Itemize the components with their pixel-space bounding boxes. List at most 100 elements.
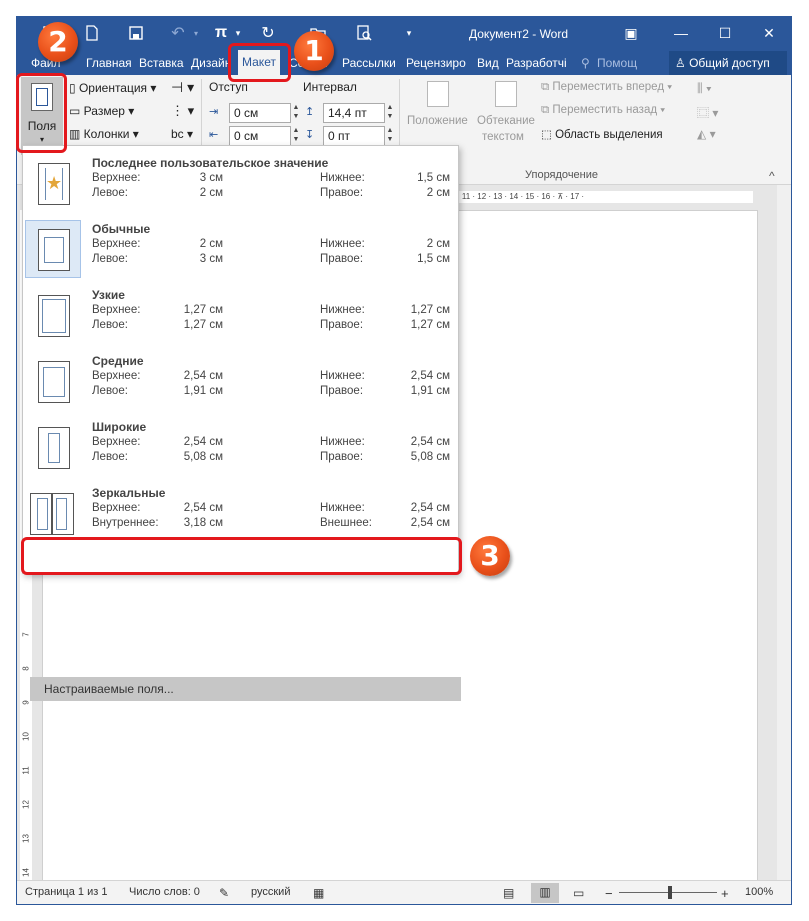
tab-review[interactable]: Рецензиро [406, 51, 468, 75]
indent-right-spinner[interactable]: ▲ ▼ [291, 126, 301, 146]
margin-label-left: Левое: [92, 385, 128, 397]
margin-label-bottom: Нижнее: [320, 304, 365, 316]
margin-label-right: Правое: [320, 187, 364, 199]
print-preview-icon[interactable] [353, 21, 375, 45]
margin-label-left: Левое: [92, 253, 128, 265]
share-button[interactable]: ♙ Общий доступ [669, 51, 787, 75]
send-backward-label: Переместить назад [552, 104, 658, 116]
person-icon: ♙ [675, 56, 690, 70]
share-label: Общий доступ [689, 56, 770, 70]
customize-qat-icon[interactable]: ▾ [403, 21, 415, 45]
tell-me-icon[interactable]: ⚲ [581, 51, 590, 75]
wrap-text-line1[interactable]: Обтекание [477, 115, 535, 127]
print-layout-icon[interactable]: ▥ [531, 883, 559, 903]
margin-label-top: Верхнее: [92, 502, 141, 514]
zoom-slider-thumb[interactable] [668, 886, 672, 899]
columns-button[interactable]: ▥ Колонки ▾ [69, 127, 139, 141]
new-document-icon[interactable] [81, 21, 103, 45]
margin-value-bottom: 2,54 см [410, 370, 450, 382]
spacing-after-spinner[interactable]: ▲ ▼ [385, 126, 395, 146]
page-count[interactable]: Страница 1 из 1 [25, 886, 107, 898]
group-icon[interactable]: ⿴ ▾ [697, 104, 718, 121]
margin-label-right: Внешнее: [320, 517, 372, 529]
margin-label-top: Верхнее: [92, 304, 141, 316]
vruler-label: 11 [21, 766, 31, 775]
margin-option-wide[interactable]: Широкие Верхнее: 2,54 см Нижнее: 2,54 см Лево… [23, 418, 459, 482]
selection-pane-button[interactable]: ⬚ Область выделения [541, 127, 663, 141]
margin-option-normal[interactable]: Обычные Верхнее: 2 см Нижнее: 2 см Левое: 3 см… [23, 220, 459, 284]
tab-insert[interactable]: Вставка [139, 51, 184, 75]
columns-icon: ▥ [69, 127, 84, 141]
vruler-label: 13 [21, 834, 31, 843]
spacing-title: Интервал [303, 80, 357, 94]
tab-mailings[interactable]: Рассылки [342, 51, 396, 75]
margin-label-right: Правое: [320, 319, 364, 331]
orientation-button[interactable]: ▯ Ориентация ▾ [69, 81, 156, 95]
size-label: Размер [83, 104, 125, 118]
vruler-label: 10 [21, 732, 31, 741]
web-layout-icon[interactable]: ▭ [573, 886, 584, 900]
zoom-in-button[interactable]: + [721, 886, 729, 901]
spacing-after-input[interactable]: 0 пт [323, 126, 385, 146]
margin-option-name: Последнее пользовательское значение [92, 156, 329, 170]
send-backward-button[interactable]: ⧉ Переместить назад ▾ [541, 104, 665, 117]
margin-label-top: Верхнее: [92, 238, 141, 250]
margin-value-right: 2 см [426, 187, 450, 199]
margin-option-name: Узкие [92, 288, 125, 302]
proofing-icon[interactable]: ✎ [219, 886, 229, 900]
margin-label-top: Верхнее: [92, 436, 141, 448]
equation-dropdown-icon[interactable]: ▾ [233, 21, 243, 45]
redo-icon[interactable]: ↻ [257, 21, 279, 45]
undo-icon[interactable]: ↶ [167, 21, 189, 45]
zoom-out-button[interactable]: − [605, 886, 613, 901]
wrap-text-line2[interactable]: текстом [482, 131, 524, 143]
spacing-before-spinner[interactable]: ▲ ▼ [385, 103, 395, 123]
margin-label-bottom: Нижнее: [320, 370, 365, 382]
read-mode-icon[interactable]: ▤ [503, 886, 514, 900]
margin-value-left: 2 см [199, 187, 223, 199]
breaks-icon[interactable]: ⊣ ▾ [171, 79, 194, 96]
tab-view[interactable]: Вид [477, 51, 499, 75]
columns-label: Колонки [83, 127, 130, 141]
vertical-scrollbar[interactable] [777, 185, 791, 882]
spacing-before-input[interactable]: 14,4 пт [323, 103, 385, 123]
collapse-ribbon-icon[interactable]: ^ [769, 169, 775, 183]
wrap-text-icon [495, 81, 517, 107]
size-button[interactable]: ▭ Размер ▾ [69, 104, 134, 118]
indent-left-input[interactable]: 0 см [229, 103, 291, 123]
rotate-icon[interactable]: ◭ ▾ [697, 127, 716, 141]
custom-margins-item[interactable]: Настраиваемые поля... [30, 677, 461, 701]
bring-forward-button[interactable]: ⧉ Переместить вперед ▾ [541, 81, 672, 94]
tab-home[interactable]: Главная [86, 51, 132, 75]
tab-developer[interactable]: Разработчі [506, 51, 569, 75]
word-count[interactable]: Число слов: 0 [129, 886, 200, 898]
tab-help[interactable]: Помощ [597, 51, 647, 75]
margin-value-top: 2 см [199, 238, 223, 250]
close-icon[interactable]: ✕ [755, 22, 783, 44]
margin-label-right: Правое: [320, 385, 364, 397]
margin-value-left: 5,08 см [183, 451, 223, 463]
vruler-label: 7 [21, 632, 31, 637]
undo-dropdown-icon[interactable]: ▾ [191, 21, 201, 45]
minimize-icon[interactable]: — [667, 22, 695, 44]
macro-icon[interactable]: ▦ [313, 886, 324, 900]
zoom-level[interactable]: 100% [745, 886, 773, 898]
position-button[interactable]: Положение [407, 115, 468, 127]
language-label[interactable]: русский [251, 886, 290, 898]
margin-option-narrow[interactable]: Узкие Верхнее: 1,27 см Нижнее: 1,27 см Левое:… [23, 286, 459, 350]
margin-preset-normal-icon [25, 220, 81, 278]
align-icon[interactable]: ⫼ ▾ [697, 81, 712, 96]
badge-step-3: 3 [470, 536, 510, 576]
margin-option-moderate[interactable]: Средние Верхнее: 2,54 см Нижнее: 2,54 см Лево… [23, 352, 459, 416]
save-as-icon[interactable] [125, 21, 147, 45]
indent-left-spinner[interactable]: ▲ ▼ [291, 103, 301, 123]
hyphenation-icon[interactable]: bc ▾ [171, 127, 193, 141]
indent-right-input[interactable]: 0 см [229, 126, 291, 146]
maximize-icon[interactable]: ☐ [711, 22, 739, 44]
margin-option-star[interactable]: ★ Последнее пользовательское значение Верх… [23, 154, 459, 218]
line-numbers-icon[interactable]: ⋮ ▾ [171, 103, 194, 119]
margin-preset-mirrored-icon [25, 484, 81, 542]
ribbon-display-icon[interactable]: ▣ [617, 22, 645, 44]
equation-icon[interactable]: π [211, 21, 231, 45]
horizontal-ruler[interactable]: · 11 · 12 · 13 · 14 · 15 · 16 · ⊼ · 17 · [457, 191, 753, 203]
